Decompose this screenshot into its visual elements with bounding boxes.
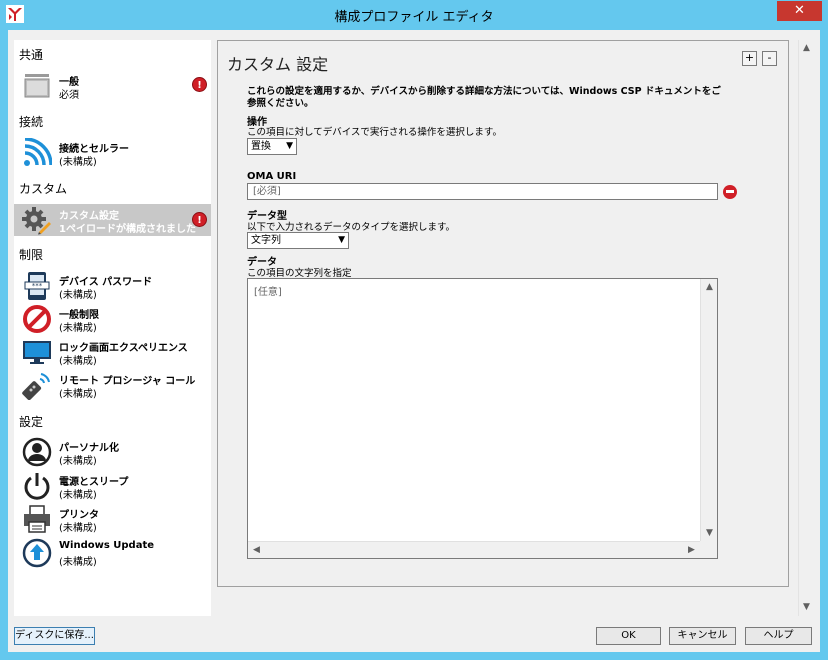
sidebar-item-connectivity[interactable]: 接続とセルラー (未構成) bbox=[14, 137, 211, 169]
oma-uri-input[interactable]: [必須] bbox=[247, 183, 718, 200]
windows-update-icon bbox=[22, 538, 52, 568]
help-button[interactable]: ヘルプ bbox=[745, 627, 812, 645]
gear-pencil-icon bbox=[22, 207, 51, 235]
printer-icon bbox=[24, 505, 50, 533]
general-icon bbox=[24, 74, 50, 98]
sidebar-item-subtitle: (未構成) bbox=[59, 490, 97, 501]
sidebar-item-subtitle: 必須 bbox=[59, 90, 79, 101]
intro-text: これらの設定を適用するか、デバイスから削除する詳細な方法については、Window… bbox=[247, 86, 721, 109]
data-type-select[interactable]: 文字列 ▼ bbox=[247, 232, 349, 249]
window-title: 構成プロファイル エディタ bbox=[334, 10, 494, 25]
device-password-icon: *** bbox=[24, 272, 50, 300]
save-to-disk-button[interactable]: ディスクに保存... bbox=[14, 627, 95, 645]
sidebar-item-lock-screen[interactable]: ロック画面エクスペリエンス (未構成) bbox=[14, 336, 211, 368]
no-entry-icon bbox=[23, 305, 51, 333]
power-icon bbox=[24, 473, 50, 500]
sidebar-item-personalization[interactable]: パーソナル化 (未構成) bbox=[14, 436, 211, 468]
remote-control-icon bbox=[22, 373, 50, 400]
chevron-down-icon: ▼ bbox=[338, 235, 345, 245]
main-content: カスタム 設定 + - これらの設定を適用するか、デバイスから削除する詳細な方法… bbox=[211, 40, 798, 616]
svg-text:***: *** bbox=[32, 282, 43, 290]
sidebar-item-subtitle: 1ペイロードが構成されました bbox=[59, 224, 196, 235]
add-button[interactable]: + bbox=[742, 51, 757, 66]
data-type-select-value: 文字列 bbox=[251, 235, 281, 246]
section-header-settings: 設定 bbox=[19, 415, 44, 429]
monitor-icon bbox=[23, 341, 51, 364]
custom-settings-panel: カスタム 設定 + - これらの設定を適用するか、デバイスから削除する詳細な方法… bbox=[217, 40, 789, 587]
scroll-left-icon[interactable]: ◀ bbox=[248, 542, 265, 559]
scroll-down-icon[interactable]: ▼ bbox=[799, 599, 814, 616]
cancel-button[interactable]: キャンセル bbox=[669, 627, 736, 645]
sidebar-item-custom-settings[interactable]: カスタム設定 1ペイロードが構成されました ! bbox=[14, 204, 211, 236]
sidebar-item-device-password[interactable]: *** デバイス パスワード (未構成) bbox=[14, 270, 211, 302]
sidebar-item-subtitle: (未構成) bbox=[59, 456, 97, 467]
sidebar-item-subtitle: (未構成) bbox=[59, 356, 97, 367]
operation-description: この項目に対してデバイスで実行される操作を選択します。 bbox=[247, 127, 502, 138]
sidebar-item-subtitle: (未構成) bbox=[59, 157, 97, 168]
required-field-icon bbox=[723, 185, 737, 199]
sidebar-item-power-sleep[interactable]: 電源とスリープ (未構成) bbox=[14, 470, 211, 502]
scrollbar-corner bbox=[700, 541, 717, 558]
sidebar-item-printer[interactable]: プリンタ (未構成) bbox=[14, 503, 211, 535]
section-header-connection: 接続 bbox=[19, 115, 44, 129]
data-textarea[interactable]: [任意] ▲ ▼ ◀ ▶ bbox=[247, 278, 718, 559]
wifi-icon bbox=[24, 138, 52, 166]
operation-select-value: 置換 bbox=[251, 141, 271, 152]
sidebar-item-subtitle: (未構成) bbox=[59, 290, 97, 301]
sidebar-item-subtitle: (未構成) bbox=[59, 557, 97, 568]
ok-button[interactable]: OK bbox=[596, 627, 661, 645]
chevron-down-icon: ▼ bbox=[286, 141, 293, 151]
sidebar-item-title: Windows Update bbox=[59, 540, 155, 551]
data-textarea-placeholder: [任意] bbox=[254, 287, 282, 298]
sidebar-item-remote-procedure-call[interactable]: リモート プロシージャ コール (未構成) bbox=[14, 369, 211, 401]
panel-title: カスタム 設定 bbox=[227, 55, 329, 74]
scroll-up-icon[interactable]: ▲ bbox=[799, 40, 814, 57]
scroll-up-icon[interactable]: ▲ bbox=[701, 279, 718, 296]
textarea-horizontal-scrollbar[interactable]: ◀ ▶ bbox=[248, 541, 700, 558]
main-vertical-scrollbar[interactable]: ▲ ▼ bbox=[798, 40, 814, 616]
sidebar-item-subtitle: (未構成) bbox=[59, 523, 97, 534]
textarea-vertical-scrollbar[interactable]: ▲ ▼ bbox=[700, 279, 717, 542]
error-badge-icon: ! bbox=[192, 77, 207, 92]
section-header-restrictions: 制限 bbox=[19, 248, 44, 262]
sidebar: 共通 一般 必須 ! 接続 接続とセルラー (未構成) カスタム カスタム設定 … bbox=[14, 40, 211, 616]
scroll-right-icon[interactable]: ▶ bbox=[683, 542, 700, 559]
dialog-client-area: 共通 一般 必須 ! 接続 接続とセルラー (未構成) カスタム カスタム設定 … bbox=[8, 30, 820, 652]
data-type-description: 以下で入力されるデータのタイプを選択します。 bbox=[247, 222, 456, 233]
close-button[interactable]: ✕ bbox=[777, 1, 822, 21]
data-description: この項目の文字列を指定 bbox=[247, 268, 352, 279]
section-header-common: 共通 bbox=[19, 48, 44, 62]
error-badge-icon: ! bbox=[192, 212, 207, 227]
person-icon bbox=[22, 437, 52, 467]
app-window: 構成プロファイル エディタ ✕ 共通 一般 必須 ! 接続 接続とセルラー (未… bbox=[0, 0, 828, 660]
title-bar: 構成プロファイル エディタ ✕ bbox=[0, 0, 828, 28]
remove-button[interactable]: - bbox=[762, 51, 777, 66]
sidebar-item-subtitle: (未構成) bbox=[59, 323, 97, 334]
sidebar-item-subtitle: (未構成) bbox=[59, 389, 97, 400]
scroll-down-icon[interactable]: ▼ bbox=[701, 525, 718, 542]
operation-select[interactable]: 置換 ▼ bbox=[247, 138, 297, 155]
sidebar-item-windows-update[interactable]: Windows Update (未構成) bbox=[14, 537, 211, 569]
section-header-custom: カスタム bbox=[19, 182, 68, 196]
oma-uri-label: OMA URI bbox=[247, 171, 297, 182]
sidebar-item-general[interactable]: 一般 必須 ! bbox=[14, 70, 211, 102]
sidebar-item-general-restrictions[interactable]: 一般制限 (未構成) bbox=[14, 303, 211, 335]
